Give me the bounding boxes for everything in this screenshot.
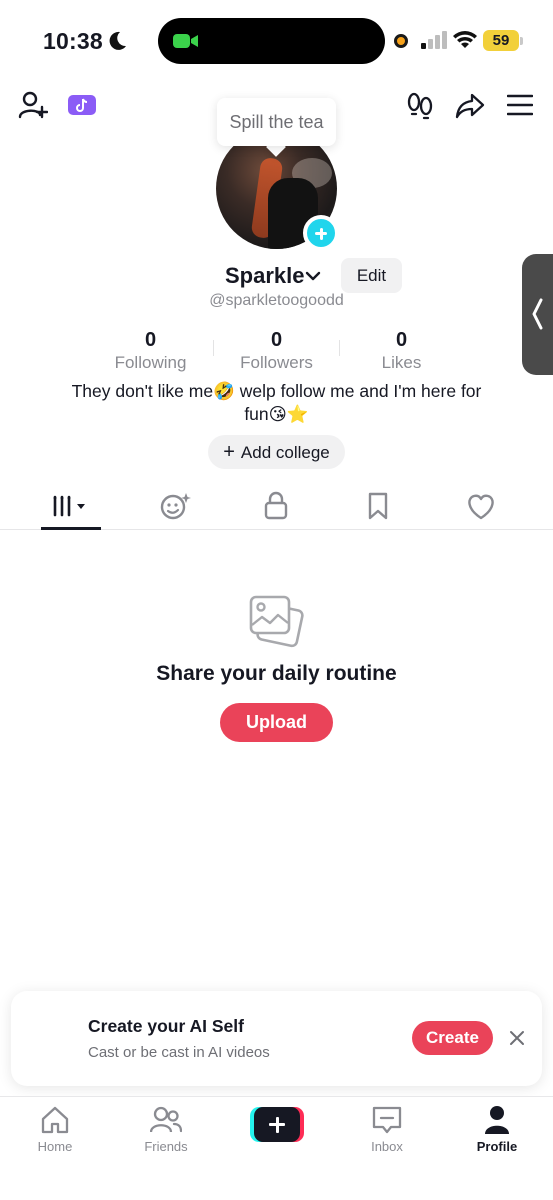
nav-friends[interactable]: Friends — [126, 1105, 206, 1154]
moon-icon — [109, 31, 126, 50]
footprints-icon[interactable] — [406, 92, 434, 120]
tab-reposts-icon[interactable] — [156, 488, 196, 524]
chevron-left-icon — [532, 298, 543, 330]
nav-inbox[interactable]: Inbox — [347, 1105, 427, 1154]
stat-value: 0 — [270, 329, 283, 351]
profile-stats: 0 Following 0 Followers 0 Likes — [88, 328, 464, 376]
nav-profile[interactable]: Profile — [457, 1105, 537, 1154]
profile-icon — [485, 1106, 509, 1134]
tab-liked-heart-icon[interactable] — [461, 488, 501, 524]
profile-tabs — [0, 482, 553, 530]
tab-videos-grid-icon[interactable] — [51, 488, 91, 524]
upload-button[interactable]: Upload — [220, 703, 333, 742]
home-icon — [41, 1106, 69, 1134]
stat-likes[interactable]: 0 Likes — [339, 328, 464, 374]
stat-label: Likes — [381, 353, 422, 372]
plus-icon: + — [223, 441, 235, 463]
nav-home[interactable]: Home — [15, 1105, 95, 1154]
create-video-button[interactable] — [250, 1107, 304, 1142]
wifi-icon — [453, 31, 477, 48]
bio-line: They don't like me🤣 welp follow me and I… — [71, 381, 482, 401]
recording-indicator-icon — [394, 34, 408, 48]
nav-label: Home — [37, 1139, 73, 1154]
add-college-button[interactable]: + Add college — [208, 435, 345, 469]
stat-label: Following — [114, 353, 187, 372]
empty-state-title: Share your daily routine — [156, 662, 397, 685]
stat-label: Followers — [240, 353, 313, 372]
facetime-icon — [173, 34, 198, 48]
tiktok-coin-icon[interactable] — [68, 93, 96, 117]
name-row: Sparkle Edit — [0, 258, 553, 294]
side-panel-handle[interactable] — [522, 254, 553, 375]
tab-saved-bookmark-icon[interactable] — [358, 488, 398, 524]
status-bar: 10:38 59 — [0, 0, 553, 80]
ai-self-banner[interactable]: Create your AI Self Cast or be cast in A… — [11, 991, 542, 1086]
bio-line: fun😘⭐ — [244, 404, 309, 424]
bottom-nav: Home Friends Inbox Profile — [0, 1096, 553, 1200]
menu-icon[interactable] — [507, 94, 533, 116]
ai-banner-subtitle: Cast or be cast in AI videos — [88, 1044, 270, 1061]
inbox-icon — [372, 1106, 402, 1134]
profile-handle: @sparkletoogoodd — [209, 292, 344, 309]
add-story-plus-icon[interactable] — [303, 215, 339, 251]
nav-label: Inbox — [371, 1139, 403, 1154]
tooltip-bubble[interactable]: Spill the tea — [217, 98, 336, 146]
profile-bio: They don't like me🤣 welp follow me and I… — [50, 380, 503, 426]
stat-value: 0 — [144, 329, 157, 351]
close-icon[interactable] — [508, 1029, 526, 1047]
profile-name[interactable]: Sparkle — [225, 263, 305, 289]
share-icon[interactable] — [455, 92, 485, 120]
battery-level: 59 — [483, 30, 519, 51]
stat-value: 0 — [395, 329, 408, 351]
battery-icon — [520, 37, 523, 45]
edit-profile-button[interactable]: Edit — [341, 258, 402, 293]
ai-create-button[interactable]: Create — [412, 1021, 493, 1055]
add-friend-icon[interactable] — [18, 91, 48, 119]
cellular-signal-icon — [421, 31, 447, 49]
ai-banner-title: Create your AI Self — [88, 1016, 244, 1036]
photos-icon — [249, 595, 304, 648]
nav-label: Profile — [476, 1139, 518, 1154]
active-tab-indicator — [41, 527, 101, 530]
stat-followers[interactable]: 0 Followers — [214, 328, 339, 374]
chevron-down-icon[interactable] — [305, 270, 321, 282]
nav-label: Friends — [144, 1139, 188, 1154]
plus-icon — [254, 1107, 300, 1142]
add-college-label: Add college — [240, 443, 330, 462]
stat-following[interactable]: 0 Following — [88, 328, 213, 374]
friends-icon — [150, 1106, 182, 1133]
status-time: 10:38 — [43, 28, 103, 54]
tab-private-lock-icon[interactable] — [256, 488, 296, 524]
dynamic-island — [158, 18, 385, 64]
